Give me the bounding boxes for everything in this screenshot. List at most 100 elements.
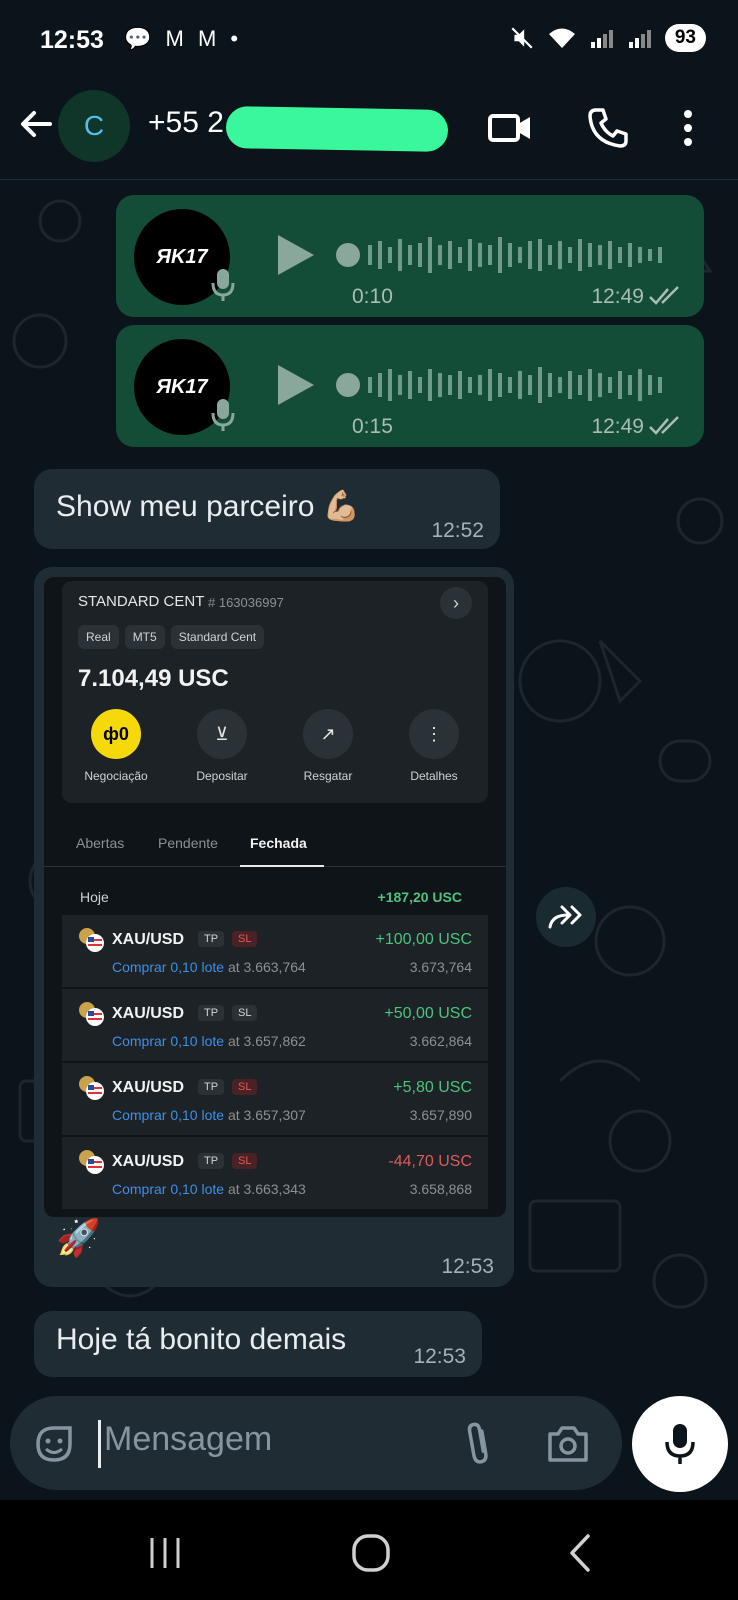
trade-row: XAU/USD TP SL -44,70 USC Comprar 0,10 lo… bbox=[62, 1137, 488, 1211]
signal-icon-2 bbox=[628, 30, 651, 48]
sl-badge: SL bbox=[232, 1005, 258, 1021]
message-time: 12:49 bbox=[591, 285, 644, 308]
action-withdraw: ↗ Resgatar bbox=[278, 709, 378, 783]
rocket-emoji-caption: 🚀 bbox=[56, 1217, 101, 1258]
status-right: 93 bbox=[509, 24, 706, 52]
tab-pending: Pendente bbox=[158, 835, 218, 851]
trade-open-price: at 3.657,862 bbox=[227, 1033, 306, 1049]
incoming-message[interactable]: Hoje tá bonito demais 12:53 bbox=[34, 1311, 482, 1377]
tag: Real bbox=[78, 625, 119, 649]
message-text: Show meu parceiro 💪🏼 bbox=[56, 490, 361, 523]
incoming-message[interactable]: Show meu parceiro 💪🏼 12:52 bbox=[34, 469, 500, 549]
trade-close-price: 3.657,890 bbox=[409, 1107, 472, 1123]
trade-pnl: +50,00 USC bbox=[384, 1005, 472, 1022]
sl-badge: SL bbox=[232, 931, 258, 947]
message-time: 12:53 bbox=[413, 1345, 466, 1368]
chat-area[interactable]: ЯK17 0:10 12:49 ЯK17 0:15 12:49 Show meu… bbox=[0, 181, 738, 1392]
more-icon: ⋮ bbox=[409, 709, 459, 759]
battery-indicator: 93 bbox=[664, 24, 706, 52]
sl-badge: SL bbox=[232, 1153, 258, 1169]
read-ticks-icon bbox=[649, 416, 679, 435]
tab-open: Abertas bbox=[76, 835, 125, 851]
home-icon[interactable] bbox=[346, 1528, 396, 1578]
waveform[interactable] bbox=[336, 235, 672, 275]
trade-open-price: at 3.663,343 bbox=[227, 1181, 306, 1197]
trade-open-price: at 3.663,764 bbox=[227, 959, 306, 975]
notification-icons: 💬 M M • bbox=[124, 26, 243, 51]
tp-badge: TP bbox=[198, 1005, 225, 1021]
mic-icon bbox=[211, 399, 235, 431]
trade-action: Comprar 0,10 lote bbox=[112, 1107, 225, 1123]
status-bar: 12:53 💬 M M • 93 bbox=[0, 0, 738, 80]
system-nav-bar bbox=[0, 1500, 738, 1600]
action-trade: ф0 Negociação bbox=[66, 709, 166, 783]
account-card: STANDARD CENT # 163036997 › Real MT5 Sta… bbox=[62, 581, 488, 803]
download-icon: ⊻ bbox=[197, 709, 247, 759]
trade-symbol: XAU/USD bbox=[112, 1005, 185, 1022]
more-options-icon[interactable] bbox=[664, 104, 712, 152]
video-call-icon[interactable] bbox=[486, 104, 534, 152]
action-details: ⋮ Detalhes bbox=[384, 709, 484, 783]
account-balance: 7.104,49 USC bbox=[78, 665, 229, 692]
trade-symbol: XAU/USD bbox=[112, 931, 185, 948]
message-time: 12:53 bbox=[441, 1255, 494, 1278]
back-arrow-icon[interactable] bbox=[16, 104, 56, 144]
contact-name[interactable]: +55 2 bbox=[148, 106, 224, 140]
account-tags: Real MT5 Standard Cent bbox=[78, 625, 265, 649]
tp-badge: TP bbox=[198, 931, 225, 947]
trade-symbol: XAU/USD bbox=[112, 1153, 185, 1170]
tab-closed: Fechada bbox=[250, 835, 307, 851]
contact-avatar[interactable]: C bbox=[58, 90, 130, 162]
trade-tabs: Abertas Pendente Fechada bbox=[44, 827, 506, 867]
chevron-right-icon: › bbox=[440, 587, 472, 619]
trade-close-price: 3.658,868 bbox=[409, 1181, 472, 1197]
voice-message[interactable]: ЯK17 0:10 12:49 bbox=[116, 195, 704, 317]
voice-message[interactable]: ЯK17 0:15 12:49 bbox=[116, 325, 704, 447]
forward-button[interactable] bbox=[536, 887, 596, 947]
chat-header: C +55 2 bbox=[0, 80, 738, 180]
sl-badge: SL bbox=[232, 1079, 258, 1095]
message-composer: Mensagem bbox=[10, 1396, 622, 1490]
gold-usd-flag-icon bbox=[79, 1150, 104, 1174]
play-icon[interactable] bbox=[274, 361, 318, 409]
signal-icon bbox=[590, 30, 613, 48]
tag: Standard Cent bbox=[170, 625, 265, 649]
withdraw-icon: ↗ bbox=[303, 709, 353, 759]
waveform[interactable] bbox=[336, 365, 672, 405]
shared-screenshot-image[interactable]: STANDARD CENT # 163036997 › Real MT5 Sta… bbox=[44, 577, 506, 1217]
message-text: Hoje tá bonito demais bbox=[56, 1323, 347, 1356]
camera-icon[interactable] bbox=[544, 1422, 592, 1466]
recents-icon[interactable] bbox=[140, 1528, 190, 1578]
trade-detail: Comprar 0,10 lote at 3.657,307 bbox=[112, 1107, 306, 1123]
sticker-icon[interactable] bbox=[32, 1422, 76, 1466]
tp-badge: TP bbox=[198, 1079, 225, 1095]
gold-usd-flag-icon bbox=[79, 928, 104, 952]
redaction-mark bbox=[225, 106, 449, 152]
trade-action: Comprar 0,10 lote bbox=[112, 959, 225, 975]
voice-duration: 0:10 bbox=[352, 285, 393, 308]
voice-call-icon[interactable] bbox=[584, 104, 632, 152]
gold-usd-flag-icon bbox=[79, 1002, 104, 1026]
trade-pnl: +100,00 USC bbox=[375, 931, 472, 948]
trade-detail: Comprar 0,10 lote at 3.657,862 bbox=[112, 1033, 306, 1049]
trade-pnl: +5,80 USC bbox=[393, 1079, 472, 1096]
trade-action: Comprar 0,10 lote bbox=[112, 1181, 225, 1197]
back-icon[interactable] bbox=[556, 1528, 606, 1578]
status-time: 12:53 bbox=[40, 26, 104, 54]
mute-icon bbox=[511, 27, 533, 49]
voice-duration: 0:15 bbox=[352, 415, 393, 438]
trade-detail: Comprar 0,10 lote at 3.663,343 bbox=[112, 1181, 306, 1197]
message-time: 12:52 bbox=[431, 519, 484, 542]
attach-icon[interactable] bbox=[456, 1420, 500, 1468]
trade-pnl: -44,70 USC bbox=[388, 1153, 472, 1170]
voice-record-button[interactable] bbox=[632, 1396, 728, 1492]
trade-row: XAU/USD TP SL +50,00 USC Comprar 0,10 lo… bbox=[62, 989, 488, 1063]
trade-close-price: 3.662,864 bbox=[409, 1033, 472, 1049]
action-label: Negociação bbox=[84, 769, 148, 783]
candlestick-icon: ф0 bbox=[91, 709, 141, 759]
play-icon[interactable] bbox=[274, 231, 318, 279]
message-input[interactable]: Mensagem bbox=[104, 1420, 272, 1459]
read-ticks-icon bbox=[649, 286, 679, 305]
forward-icon bbox=[548, 905, 582, 929]
action-label: Resgatar bbox=[303, 769, 353, 783]
